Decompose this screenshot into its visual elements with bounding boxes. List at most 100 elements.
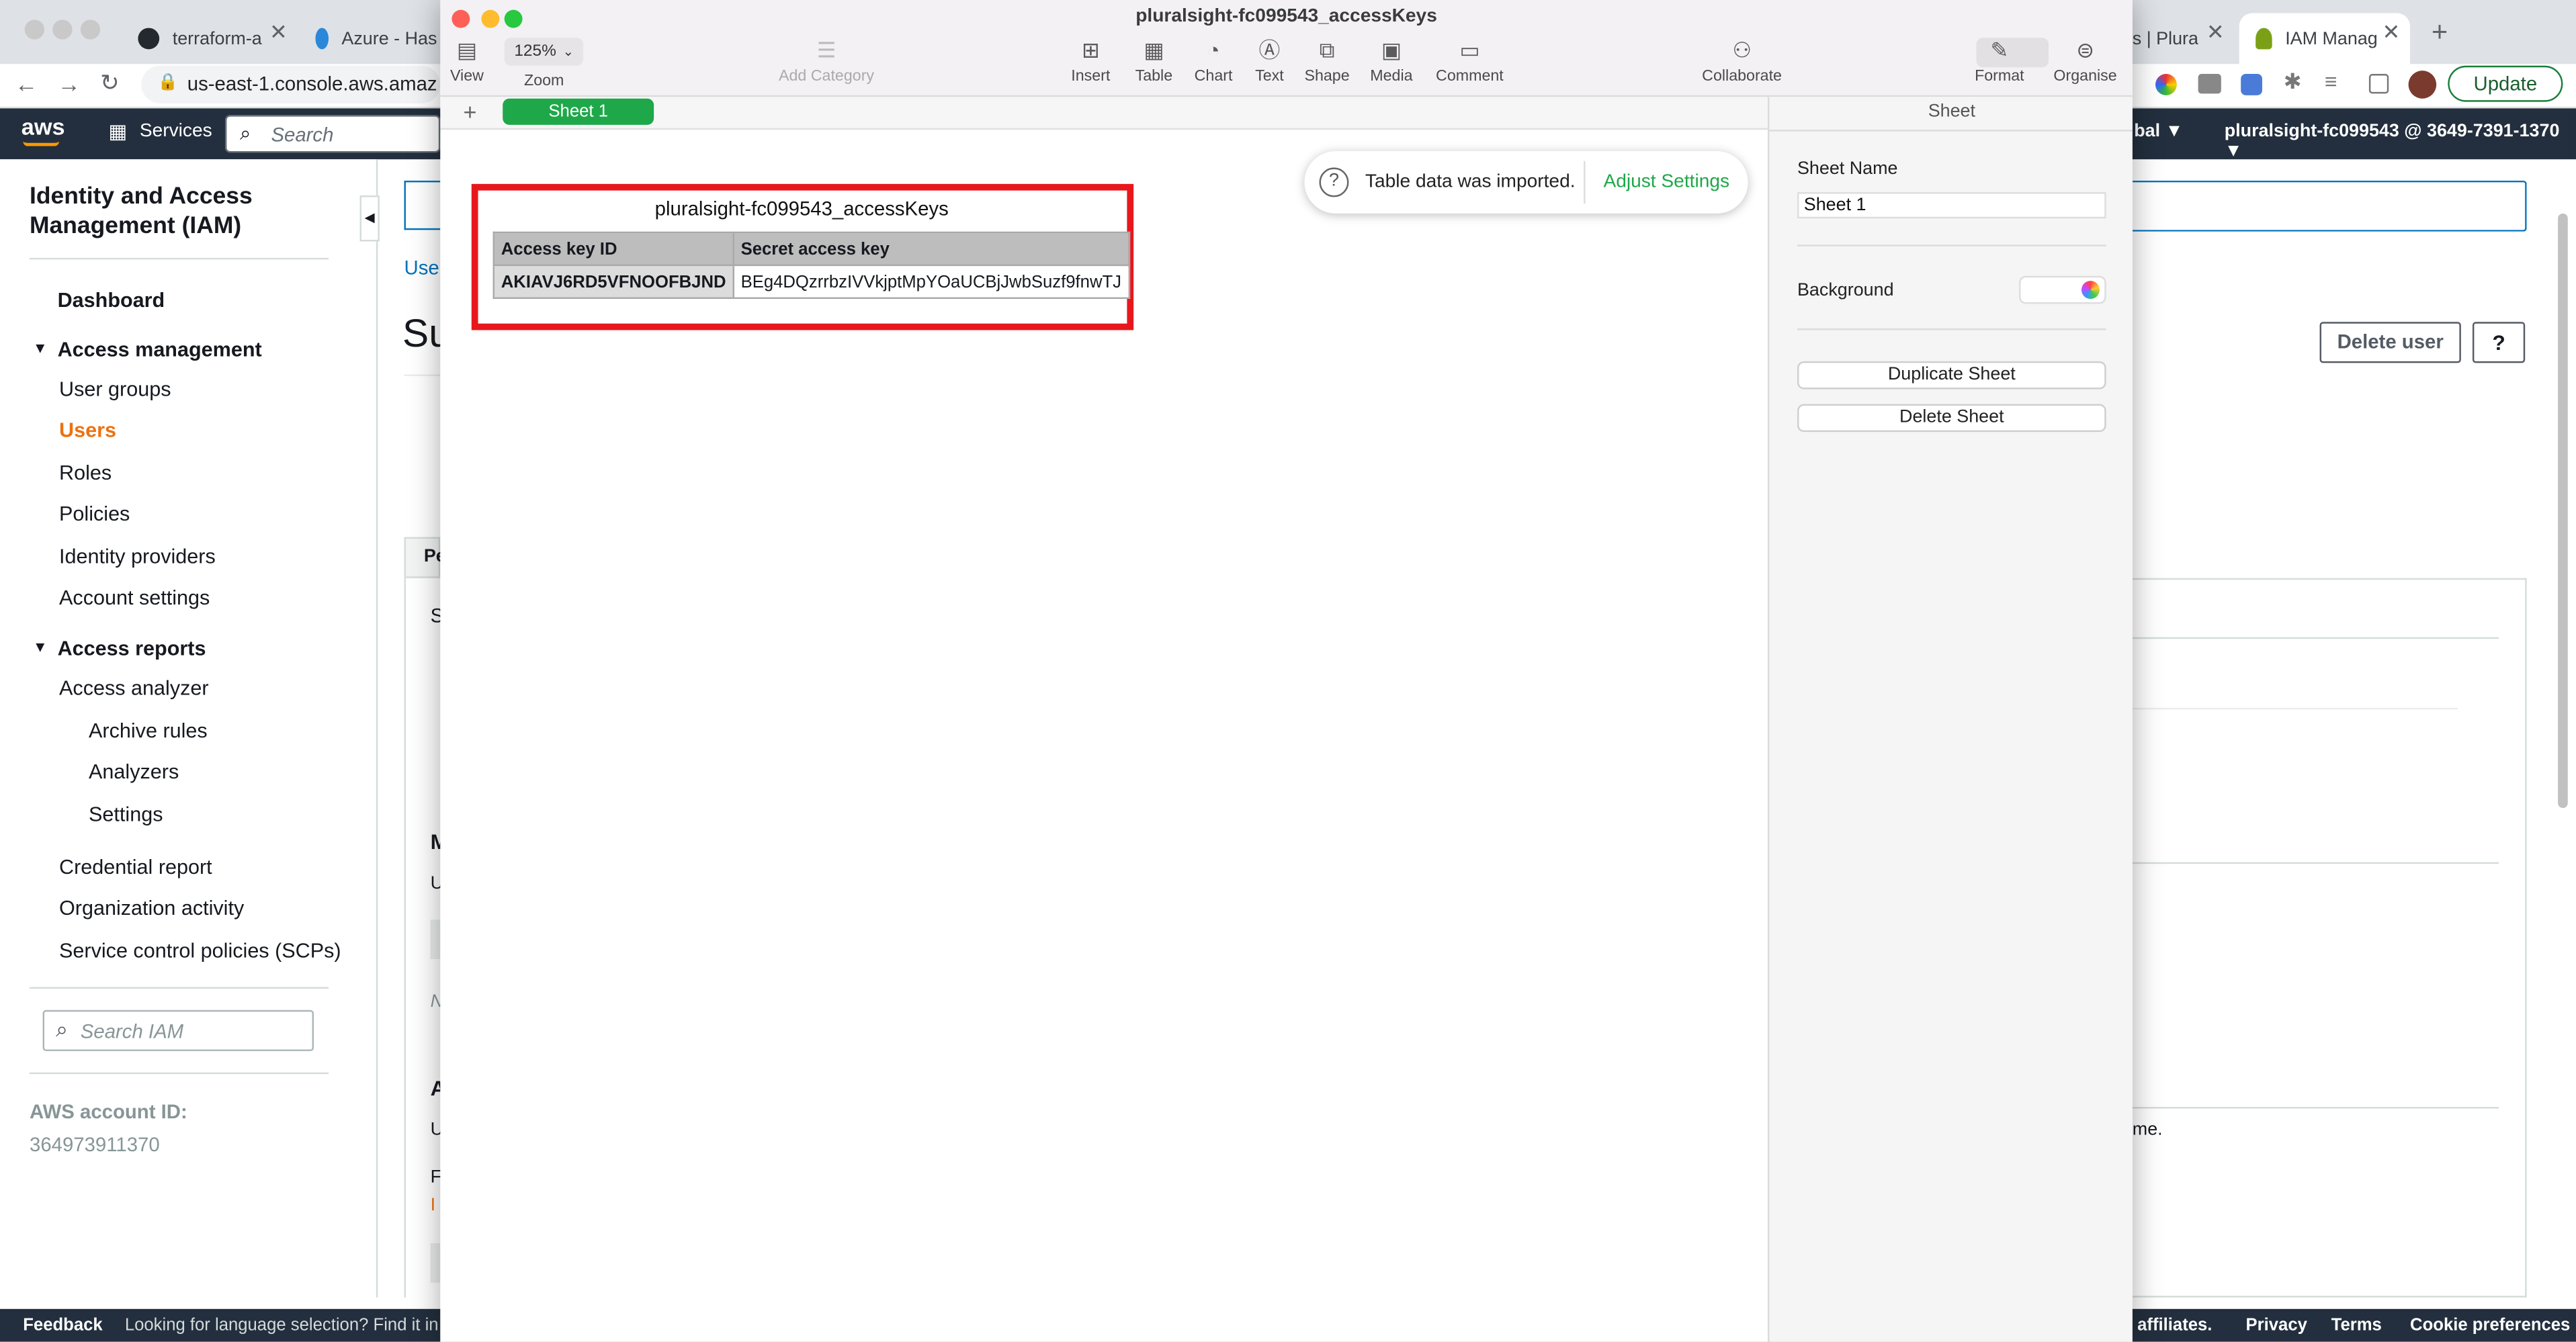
chart-button[interactable]: ◔ Chart [1194,38,1233,86]
background-color-well[interactable] [2019,275,2106,304]
question-icon[interactable]: ? [1319,167,1349,197]
table-title[interactable]: pluralsight-fc099543_accessKeys [490,197,1114,220]
update-button[interactable]: Update [2448,65,2563,102]
adjust-settings-button[interactable]: Adjust Settings [1603,173,1729,192]
aws-search-input[interactable]: ⌕ Search [224,115,441,153]
sidebar-item-scps[interactable]: Service control policies (SCPs) [59,940,341,963]
sidebar-item-organization-activity[interactable]: Organization activity [59,897,244,920]
browser-tab-pluralsight[interactable]: s | Plura [2133,13,2198,64]
text-fragment: me. [2132,1120,2163,1140]
media-icon: ▣ [1381,38,1402,62]
services-menu[interactable]: Services [140,122,212,141]
divider [1769,130,2133,132]
sidebar-item-policies[interactable]: Policies [59,502,130,525]
privacy-link[interactable]: Privacy [2246,1316,2307,1335]
sidebar-item-identity-providers[interactable]: Identity providers [59,545,216,568]
delete-user-button[interactable]: Delete user [2319,322,2461,363]
button-fragment[interactable] [430,920,441,959]
table-button[interactable]: ▦ Table [1135,38,1173,85]
sheet-canvas[interactable]: pluralsight-fc099543_accessKeys Access k… [440,131,1768,1342]
extension-icon[interactable] [2155,74,2177,95]
sheet-name-input[interactable]: Sheet 1 [1797,192,2106,219]
duplicate-sheet-button[interactable]: Duplicate Sheet [1797,361,2106,390]
grid-icon[interactable]: ▦ [108,120,127,142]
insert-button[interactable]: ⊞ Insert [1071,38,1110,85]
sidebar-item-archive-rules[interactable]: Archive rules [89,719,208,742]
close-tab-icon[interactable]: ✕ [269,19,288,46]
header-access-key-id[interactable]: Access key ID [492,231,734,267]
sidebar-item-roles[interactable]: Roles [59,461,112,484]
view-button[interactable]: ▤ View [450,38,484,85]
aws-logo[interactable]: aws [22,114,65,140]
page-scrollbar[interactable] [2558,213,2568,809]
sidebar-item-dashboard[interactable]: Dashboard [58,289,165,312]
caret-down-icon[interactable]: ▼ [33,340,48,356]
close-tab-icon[interactable]: ✕ [2206,19,2225,46]
sidebar-item-user-groups[interactable]: User groups [59,377,171,400]
side-panel-icon[interactable] [2368,74,2389,94]
permissions-tab[interactable]: Pe [404,537,446,578]
format-button[interactable]: ✎ Format [1975,38,2024,85]
reading-list-icon[interactable]: ≡ [2325,69,2337,94]
avatar[interactable] [2408,71,2437,99]
help-button[interactable]: ? [2472,322,2526,363]
puzzle-icon[interactable]: ✱ [2284,69,2302,95]
browser-tab-terraform[interactable]: terraform-a [128,13,293,64]
text-button[interactable]: Ⓐ Text [1255,38,1284,85]
divider [30,257,329,260]
iam-title[interactable]: Identity and Access Management (IAM) [30,182,309,241]
sidebar-item-account-settings[interactable]: Account settings [59,586,210,609]
region-selector[interactable]: bal ▼ [2134,122,2183,141]
search-iam-input[interactable]: ⌕ Search IAM [42,1010,314,1051]
background-label: Background [1797,281,1894,301]
browser-tab-azure[interactable]: Azure - Has [306,13,437,64]
new-tab-icon[interactable]: + [2432,16,2448,49]
sheet-tab[interactable]: Sheet 1 [503,98,654,125]
button-fragment[interactable] [430,1243,441,1283]
header-secret-access-key[interactable]: Secret access key [732,231,1130,267]
divider [2132,1107,2499,1109]
cell-access-key-id[interactable]: AKIAVJ6RD5VFNOOFBJND [492,264,734,300]
sidebar-item-users[interactable]: Users [59,419,116,442]
section-access-reports[interactable]: Access reports [58,637,206,660]
toolbar-label: Chart [1194,67,1233,86]
caret-down-icon[interactable]: ▼ [33,639,48,655]
camera-icon[interactable] [2198,74,2221,94]
close-window-icon[interactable] [24,19,45,40]
extension-icon[interactable] [2241,74,2262,95]
add-sheet-button[interactable]: + [464,99,477,125]
minimize-window-icon[interactable] [52,19,73,40]
language-notice: Looking for language selection? Find it … [124,1315,458,1335]
feedback-link[interactable]: Feedback [23,1316,102,1335]
comment-button[interactable]: ▭ Comment [1436,38,1504,85]
divider [1584,161,1586,204]
panel-tab-sheet[interactable]: Sheet [1769,102,2132,122]
account-menu[interactable]: pluralsight-fc099543 @ 3649-7391-1370 ▼ [2225,122,2576,161]
divider [1797,328,2106,330]
zoom-window-icon[interactable] [80,19,101,40]
media-button[interactable]: ▣ Media [1370,38,1412,85]
collaborate-button[interactable]: ⚇ Collaborate [1702,38,1782,85]
breadcrumb[interactable]: User [404,256,446,279]
sheet-name-label: Sheet Name [1797,159,1898,179]
sidebar-item-analyzers[interactable]: Analyzers [89,760,179,783]
sidebar-item-access-analyzer[interactable]: Access analyzer [59,676,209,699]
numbers-window: pluralsight-fc099543_accessKeys ▤ View 12… [440,0,2133,1342]
shape-button[interactable]: ⧉ Shape [1304,38,1349,85]
organise-button[interactable]: ⊜ Organise [2053,38,2116,85]
collapse-sidebar-icon[interactable]: ◀ [359,195,380,242]
address-bar[interactable]: 🔒 us-east-1.console.aws.amaz [141,65,441,104]
close-tab-icon[interactable]: ✕ [2382,19,2400,46]
back-icon[interactable]: ← [15,71,38,97]
reload-icon[interactable]: ↻ [100,69,120,97]
section-access-management[interactable]: Access management [58,339,262,361]
cell-secret-access-key[interactable]: BEg4DQzrrbzIVVkjptMpYOaUCBjJwbSuzf9fnwTJ [732,264,1130,300]
forward-icon[interactable]: → [58,71,81,97]
sidebar-item-credential-report[interactable]: Credential report [59,856,212,879]
access-keys-table[interactable]: Access key ID Secret access key AKIAVJ6R… [492,231,1130,300]
terms-link[interactable]: Terms [2331,1316,2382,1335]
delete-sheet-button[interactable]: Delete Sheet [1797,404,2106,433]
zoom-dropdown[interactable]: 125% ⌄ [504,38,584,66]
cookie-preferences-link[interactable]: Cookie preferences [2410,1316,2570,1335]
sidebar-item-settings[interactable]: Settings [89,803,163,826]
